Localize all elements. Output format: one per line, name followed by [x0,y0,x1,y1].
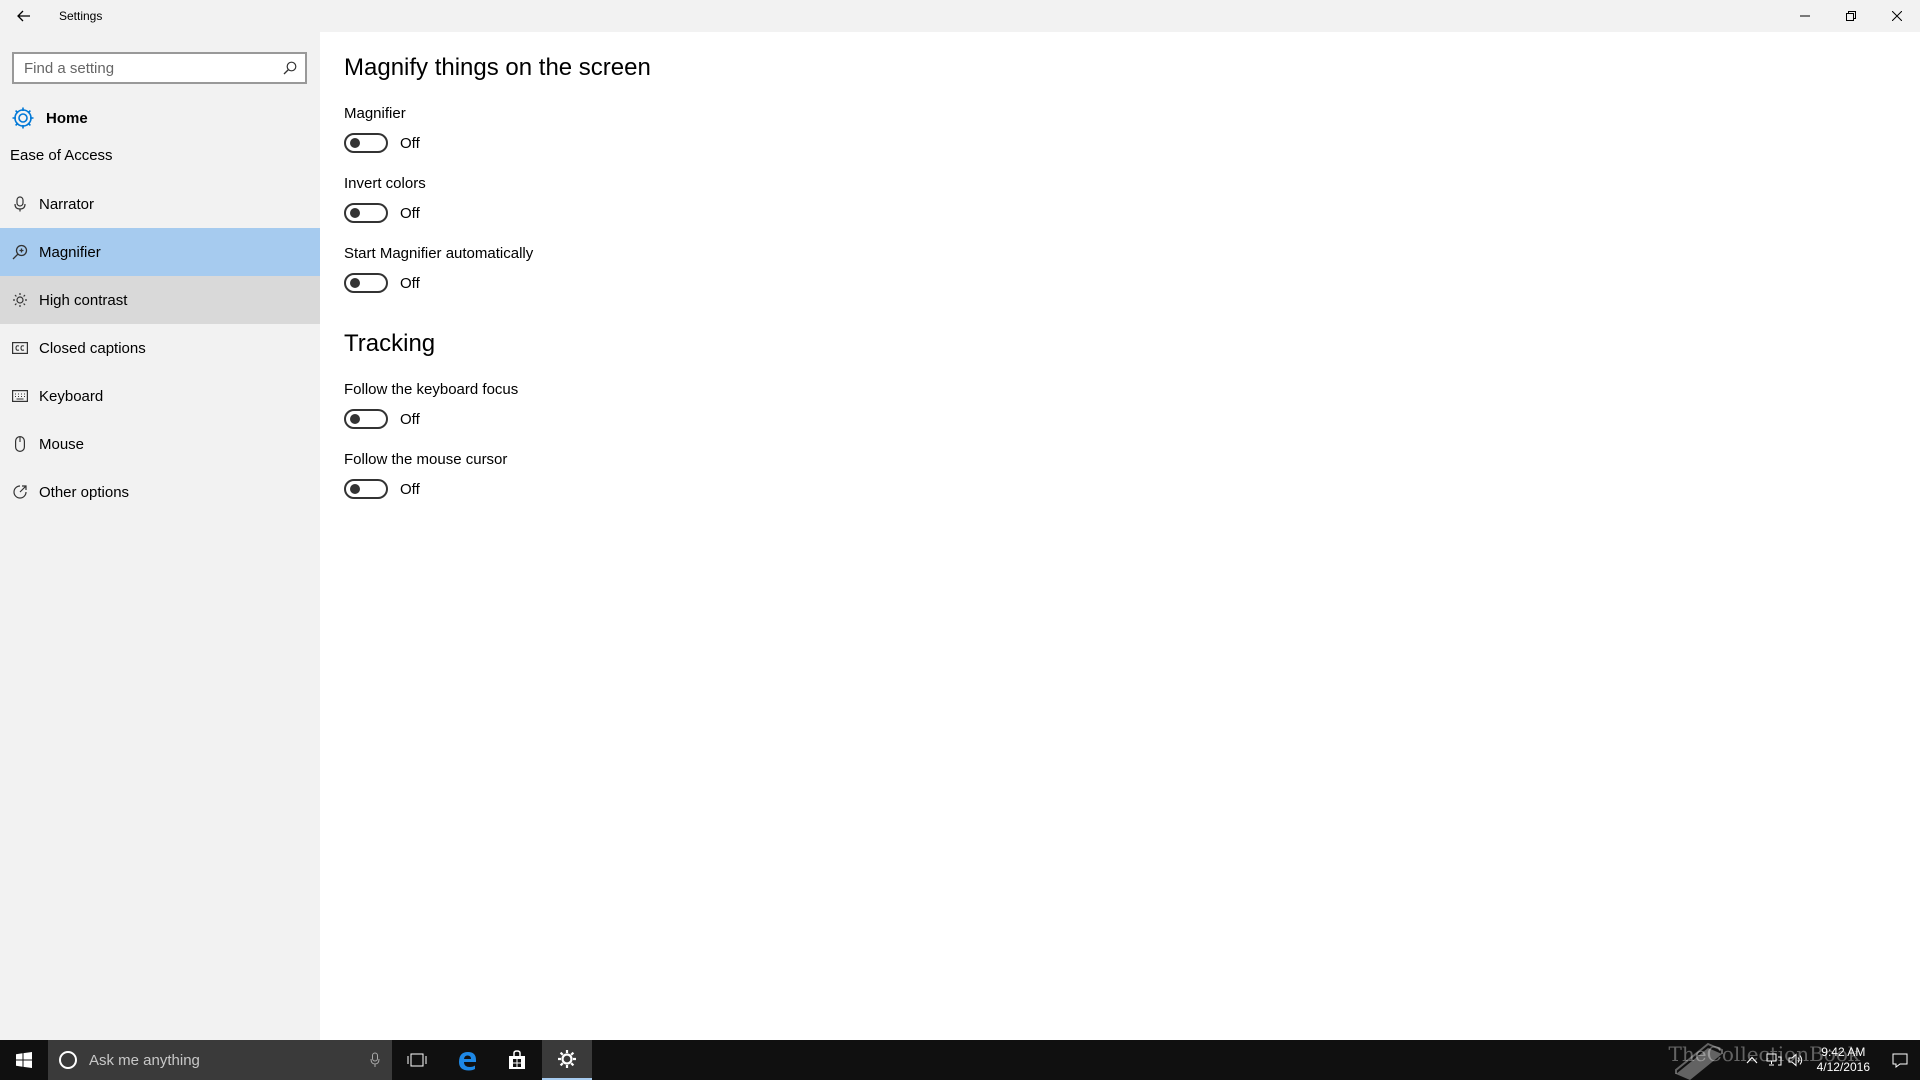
toggle-knob [350,278,360,288]
setting-label-keyboard-focus: Follow the keyboard focus [344,381,519,398]
sidebar-item-label: Mouse [39,435,85,453]
search-input[interactable] [14,58,269,78]
toggle-state: Off [400,410,420,428]
taskbar: Ask me anything 9:42 AM 4/12/2016 [0,1040,1920,1080]
sidebar-nav: Narrator Magnifier High contrast Closed … [0,180,320,516]
magnifier-icon [11,243,29,261]
task-view-icon [407,1053,427,1067]
toggle-knob [350,414,360,424]
sidebar-item-keyboard[interactable]: Keyboard [0,372,320,420]
sidebar-item-magnifier[interactable]: Magnifier [0,228,320,276]
keyboard-focus-toggle[interactable]: Off [344,409,420,429]
settings-taskbar-button[interactable] [542,1040,592,1080]
toggle-switch[interactable] [344,479,388,499]
toggle-switch[interactable] [344,133,388,153]
sidebar: Home Ease of Access Narrator Magnifier [0,32,320,1040]
back-arrow-icon [17,10,30,22]
other-options-icon [11,483,29,501]
clock[interactable]: 9:42 AM 4/12/2016 [1817,1045,1870,1075]
close-button[interactable] [1874,0,1920,32]
window-title: Settings [59,9,103,23]
edge-button[interactable] [442,1040,492,1080]
toggle-switch[interactable] [344,203,388,223]
toggle-switch[interactable] [344,273,388,293]
magnify-heading: Magnify things on the screen [344,54,651,81]
chevron-up-icon[interactable] [1741,1040,1763,1080]
action-center-icon[interactable] [1880,1040,1920,1080]
restore-icon [1846,11,1856,21]
minimize-button[interactable] [1782,0,1828,32]
network-icon[interactable] [1763,1040,1785,1080]
sidebar-item-home[interactable]: Home [0,96,320,140]
toggle-state: Off [400,274,420,292]
search-icon[interactable] [283,61,297,75]
closed-captions-icon [11,339,29,357]
sidebar-item-label: Home [46,109,88,127]
toggle-state: Off [400,134,420,152]
system-tray: 9:42 AM 4/12/2016 [1741,1040,1920,1080]
setting-label-magnifier: Magnifier [344,105,406,122]
task-view-button[interactable] [392,1040,442,1080]
store-icon [509,1050,525,1069]
start-button[interactable] [0,1040,48,1080]
sidebar-item-high-contrast[interactable]: High contrast [0,276,320,324]
edge-icon [459,1052,476,1071]
search-box [12,52,307,84]
keyboard-icon [11,387,29,405]
title-bar: Settings [0,0,1920,32]
volume-icon[interactable] [1785,1040,1807,1080]
sidebar-item-closed-captions[interactable]: Closed captions [0,324,320,372]
toggle-knob [350,138,360,148]
invert-colors-toggle[interactable]: Off [344,203,420,223]
sidebar-item-label: High contrast [39,291,128,309]
sidebar-item-label: Other options [39,483,130,501]
sidebar-item-label: Magnifier [39,243,101,261]
magnifier-toggle[interactable]: Off [344,133,420,153]
cortana-icon [59,1051,77,1069]
main-content: Magnify things on the screen Magnifier O… [320,32,1920,1040]
sidebar-item-narrator[interactable]: Narrator [0,180,320,228]
setting-label-start-magnifier: Start Magnifier automatically [344,245,534,262]
toggle-knob [350,484,360,494]
sidebar-item-label: Narrator [39,195,95,213]
book-logo-icon [1670,1040,1726,1085]
minimize-icon [1800,15,1810,17]
toggle-switch[interactable] [344,409,388,429]
back-button[interactable] [0,0,48,32]
sidebar-item-label: Keyboard [39,387,104,405]
sidebar-item-label: Closed captions [39,339,146,357]
toggle-state: Off [400,204,420,222]
clock-date: 4/12/2016 [1816,1060,1870,1074]
mouse-cursor-toggle[interactable]: Off [344,479,420,499]
close-icon [1892,11,1902,21]
setting-label-invert-colors: Invert colors [344,175,426,192]
gear-icon [11,106,35,130]
windows-logo-icon [16,1052,32,1068]
sidebar-item-mouse[interactable]: Mouse [0,420,320,468]
store-button[interactable] [492,1040,542,1080]
toggle-state: Off [400,480,420,498]
clock-time: 9:42 AM [1821,1045,1866,1059]
cortana-placeholder: Ask me anything [89,1051,200,1069]
microphone-icon [11,195,29,213]
microphone-icon[interactable] [370,1052,380,1068]
section-label: Ease of Access [10,147,113,164]
toggle-knob [350,208,360,218]
gear-icon [558,1050,576,1068]
window-controls [1782,0,1920,32]
setting-label-mouse-cursor: Follow the mouse cursor [344,451,508,468]
tracking-heading: Tracking [344,330,436,357]
mouse-icon [11,435,29,453]
cortana-search-box[interactable]: Ask me anything [48,1040,392,1080]
start-magnifier-toggle[interactable]: Off [344,273,420,293]
sidebar-item-other-options[interactable]: Other options [0,468,320,516]
restore-button[interactable] [1828,0,1874,32]
sun-icon [11,291,29,309]
